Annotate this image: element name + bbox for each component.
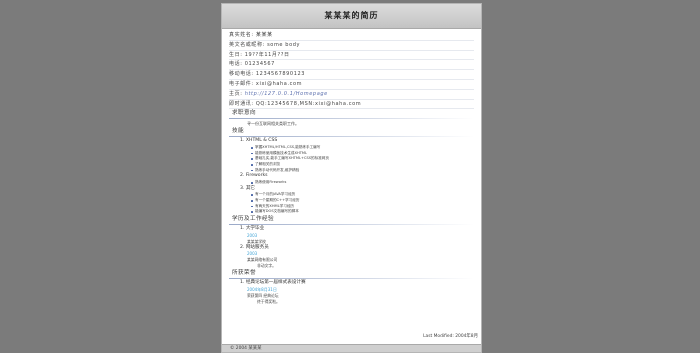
info-value: 19??年11月??日 (244, 51, 290, 58)
objective-section: 求职意向 寻一份互联网相关类职工作。 (222, 110, 481, 127)
info-label: 英文名或昵称: (229, 41, 265, 48)
list-item: 熟练使用Fireworks (229, 180, 474, 186)
experience-title: 2. 网站服务员 (240, 244, 269, 250)
info-value: 1234567890123 (255, 71, 306, 78)
skills-section: 技能 1. XHTML & CSS 掌握XHTML/HTML,CSS,能熟练手工… (222, 128, 481, 214)
info-label: 电话: (229, 61, 243, 68)
last-modified: Last Modified: 2004年8月 (423, 334, 478, 339)
section-heading: 所获荣誉 (232, 270, 256, 277)
info-row-nickname: 英文名或昵称: some body (229, 41, 474, 51)
info-label: 即时通讯: (229, 100, 254, 107)
page-title: 某某某的简历 (222, 4, 481, 29)
section-heading: 技能 (232, 128, 244, 135)
objective-text: 寻一份互联网相关类职工作。 (247, 121, 299, 127)
experience-note: 非动文字。 (257, 263, 276, 269)
info-label: 电子邮件: (229, 80, 254, 87)
list-item: 能编写DOS文档编写的脚本 (229, 209, 474, 215)
info-label: 主页: (229, 90, 243, 97)
info-label: 生日: (229, 51, 243, 58)
info-row-birthday: 生日: 19??年11月??日 (229, 51, 474, 61)
info-row-im: 即时通讯: QQ:12345678,MSN:xixi@haha.com (229, 100, 474, 110)
info-row-email: 电子邮件: xixi@haha.com (229, 80, 474, 90)
section-heading: 求职意向 (232, 110, 256, 117)
education-section: 学历及工作经验 1. 大学毕业 2003 某某某学校 2. 网站服务员 2003… (222, 216, 481, 270)
section-divider (229, 118, 474, 120)
personal-info: 真实姓名: 某某某 英文名或昵称: some body 生日: 19??年11月… (222, 29, 481, 110)
experience-title: 1. 大学毕业 (240, 225, 265, 231)
info-row-mobile: 移动电话: 1234567890123 (229, 70, 474, 80)
info-value: QQ:12345678,MSN:xixi@haha.com (255, 100, 362, 107)
awards-section: 所获荣誉 1. 经典论坛第一届样式表设计赛 2004年8月31日 荣获第四 经典… (222, 270, 481, 305)
section-heading: 学历及工作经验 (232, 215, 274, 222)
info-row-name: 真实姓名: 某某某 (229, 31, 474, 41)
award-note: 终于得奖啦。 (257, 299, 280, 305)
homepage-link[interactable]: http://127.0.0.1/Homepage (245, 91, 328, 97)
info-row-phone: 电话: 01234567 (229, 60, 474, 71)
resume-page: 某某某的简历 真实姓名: 某某某 英文名或昵称: some body 生日: 1… (221, 3, 482, 353)
info-value: some body (267, 41, 301, 48)
section-divider (229, 223, 474, 225)
skill-group-title: 2. Fireworks (240, 173, 268, 179)
info-row-homepage: 主页: http://127.0.0.1/Homepage (229, 90, 474, 100)
info-label: 真实姓名: (229, 32, 254, 38)
info-value: 01234567 (244, 61, 275, 68)
info-value: 某某某 (255, 32, 273, 38)
list-item: 熟练手动代码开发,维护精验 (229, 168, 474, 174)
info-label: 移动电话: (229, 71, 254, 78)
email-link[interactable]: xixi@haha.com (256, 81, 302, 87)
